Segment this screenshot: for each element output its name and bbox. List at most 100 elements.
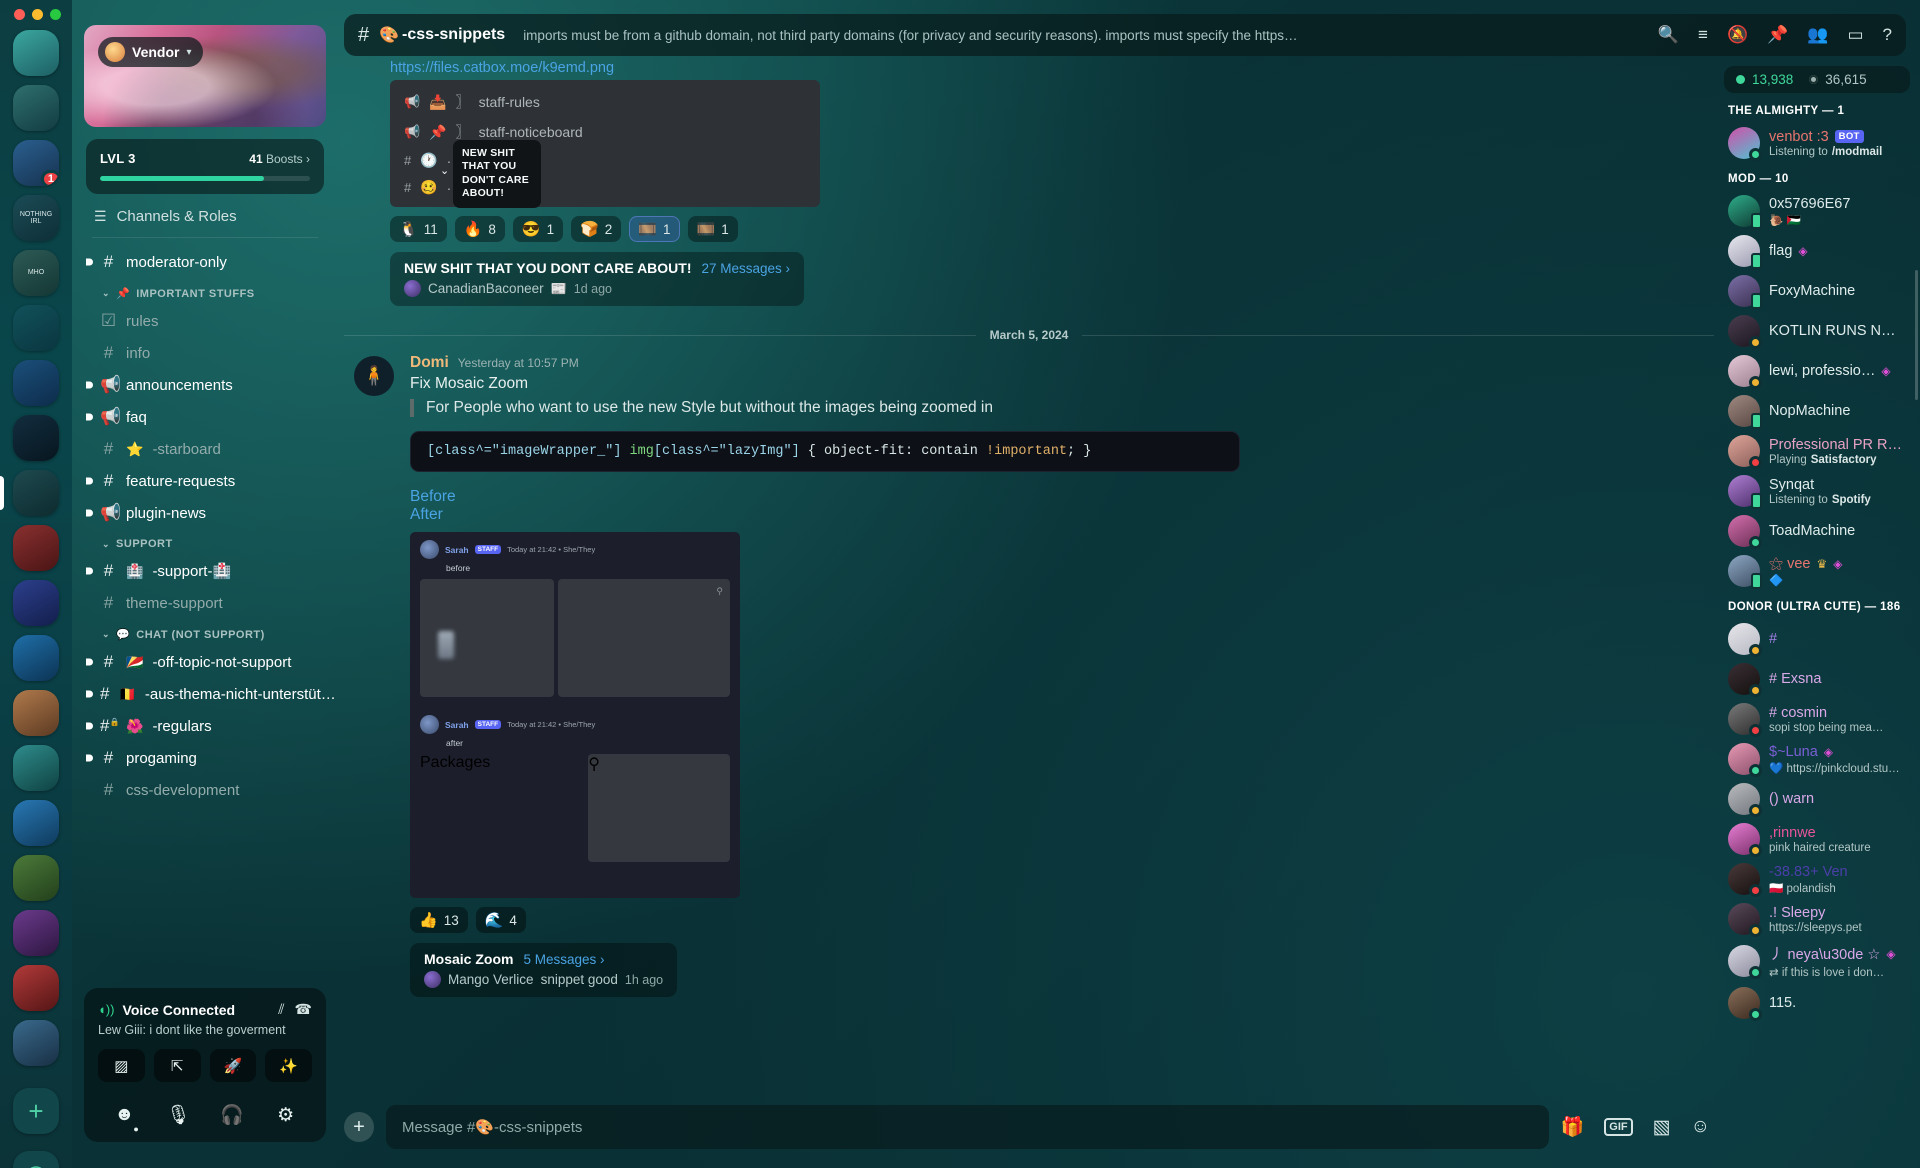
- activity-rocket-icon[interactable]: 🚀: [209, 1049, 257, 1082]
- avatar[interactable]: [1728, 195, 1762, 229]
- threads-icon[interactable]: ≡: [1698, 25, 1708, 45]
- sidebar-item-info[interactable]: # info: [84, 337, 326, 369]
- reaction-pill[interactable]: 🎞️ 1: [687, 216, 738, 242]
- thread-message-count[interactable]: 27 Messages ›: [702, 261, 791, 276]
- scrollbar[interactable]: [1915, 270, 1918, 400]
- member-list-item[interactable]: 0x57696E67 🐌 🇵🇸: [1724, 191, 1910, 231]
- noise-cancel-icon[interactable]: ⫽: [278, 1001, 284, 1018]
- reaction-pill[interactable]: 🐧 11: [390, 216, 447, 242]
- explore-servers-button[interactable]: ◎: [13, 1151, 59, 1168]
- server-icon-5[interactable]: MHO: [13, 250, 59, 296]
- member-list-item[interactable]: () warn: [1724, 779, 1910, 819]
- thread-message-count[interactable]: 5 Messages ›: [523, 952, 604, 967]
- avatar[interactable]: [1728, 623, 1762, 657]
- server-icon-16[interactable]: [13, 855, 59, 901]
- avatar[interactable]: [1728, 743, 1762, 777]
- server-icon-15[interactable]: [13, 800, 59, 846]
- avatar[interactable]: [1728, 435, 1762, 469]
- gif-icon[interactable]: GIF: [1604, 1118, 1633, 1136]
- server-icon-2[interactable]: [13, 85, 59, 131]
- server-icon-8[interactable]: [13, 415, 59, 461]
- server-icon-13[interactable]: [13, 690, 59, 736]
- emoji-icon[interactable]: ☺: [1691, 1116, 1710, 1138]
- headphones-icon[interactable]: 🎧: [210, 1098, 255, 1132]
- member-list-item[interactable]: .! Sleepy https://sleepys.pet: [1724, 899, 1910, 939]
- avatar[interactable]: [1728, 783, 1762, 817]
- member-list-item[interactable]: $~Luna ◈ 💙 https://pinkcloud.stu…: [1724, 739, 1910, 779]
- avatar[interactable]: [1728, 127, 1762, 161]
- member-list-item[interactable]: ⼃ neya\u30de ☆ ◈ ⇄ if this is love i don…: [1724, 939, 1910, 983]
- server-icon-14[interactable]: [13, 745, 59, 791]
- avatar[interactable]: [1728, 663, 1762, 697]
- sidebar-item-rules[interactable]: ☑ rules: [84, 305, 326, 337]
- sidebar-item-css-development[interactable]: # css-development: [84, 774, 326, 806]
- avatar[interactable]: [1728, 355, 1762, 389]
- avatar[interactable]: [1728, 395, 1762, 429]
- search-icon[interactable]: 🔍: [1658, 25, 1679, 45]
- message-author[interactable]: Domi: [410, 354, 449, 372]
- member-list-item[interactable]: venbot :3 BOT Listening to /modmail: [1724, 123, 1910, 163]
- reaction-pill[interactable]: 😎 1: [512, 216, 564, 242]
- sidebar-item-faq[interactable]: 📢 faq: [84, 401, 326, 433]
- member-list-item[interactable]: ,rinnwe pink haired creature: [1724, 819, 1910, 859]
- avatar[interactable]: [1728, 863, 1762, 897]
- channel-topic[interactable]: imports must be from a github domain, no…: [523, 28, 1313, 43]
- gift-icon[interactable]: 🎁: [1561, 1115, 1585, 1139]
- reaction-pill[interactable]: 🎞️ 1: [629, 216, 680, 242]
- reaction-pill[interactable]: 🍞 2: [571, 216, 622, 242]
- server-icon-3[interactable]: 1: [13, 140, 59, 186]
- message-link[interactable]: https://files.catbox.moe/k9emd.png: [344, 60, 1714, 76]
- window-controls[interactable]: [14, 9, 61, 20]
- avatar[interactable]: [1728, 945, 1762, 979]
- channels-and-roles-button[interactable]: ☰ Channels & Roles: [76, 194, 334, 237]
- avatar[interactable]: [1728, 515, 1762, 549]
- member-list-item[interactable]: Synqat Listening to Spotify: [1724, 471, 1910, 511]
- server-icon-10[interactable]: [13, 525, 59, 571]
- notification-off-icon[interactable]: 🔕: [1727, 25, 1748, 45]
- close-icon[interactable]: [14, 9, 25, 20]
- server-icon-9[interactable]: [13, 470, 59, 516]
- server-icon-4[interactable]: NOTHING IRL: [13, 195, 59, 241]
- server-icon-6[interactable]: [13, 305, 59, 351]
- channel-category-chat-not-support-[interactable]: ⌄ 💬 CHAT (NOT SUPPORT): [84, 619, 326, 646]
- server-name-dropdown[interactable]: Vendor ▾: [98, 37, 203, 67]
- server-icon-19[interactable]: [13, 1020, 59, 1066]
- avatar[interactable]: 🧍: [354, 356, 394, 396]
- avatar[interactable]: [1728, 475, 1762, 509]
- member-list-item[interactable]: 115.: [1724, 983, 1910, 1023]
- channel-list[interactable]: # moderator-only ⌄ 📌 IMPORTANT STUFFS ☑ rules #…: [76, 246, 334, 984]
- avatar[interactable]: [1728, 235, 1762, 269]
- sidebar-item-feature-requests[interactable]: # feature-requests: [84, 465, 326, 497]
- server-icon-1[interactable]: [13, 30, 59, 76]
- sidebar-item--regulars[interactable]: #🔒 🌺 -regulars: [84, 710, 326, 742]
- member-list-item[interactable]: FoxyMachine: [1724, 271, 1910, 311]
- sticker-icon[interactable]: ▧: [1653, 1116, 1671, 1139]
- sidebar-item--starboard[interactable]: # ⭐ -starboard: [84, 433, 326, 465]
- video-icon[interactable]: ▨: [98, 1049, 145, 1082]
- sidebar-item--aus-thema-nicht-unterstt[interactable]: # 🇧🇪 -aus-thema-nicht-unterstüt…: [84, 678, 334, 710]
- add-server-button[interactable]: +: [13, 1088, 59, 1134]
- boost-panel[interactable]: LVL 3 41 Boosts ›: [86, 139, 324, 194]
- server-icon-7[interactable]: [13, 360, 59, 406]
- soundboard-icon[interactable]: ✨: [265, 1049, 312, 1082]
- thread-preview-bottom[interactable]: Mosaic Zoom 5 Messages › Mango Verlice s…: [410, 943, 678, 997]
- member-list-item[interactable]: # cosmin sopi stop being mea…: [1724, 699, 1910, 739]
- avatar[interactable]: [1728, 315, 1762, 349]
- attach-button[interactable]: +: [344, 1112, 374, 1142]
- member-list-item[interactable]: -38.83+ Ven 🇵🇱 polandish: [1724, 859, 1910, 899]
- settings-gear-icon[interactable]: ⚙: [263, 1098, 308, 1132]
- avatar[interactable]: [1728, 903, 1762, 937]
- reaction-pill[interactable]: 👍 13: [410, 907, 468, 933]
- member-list-item[interactable]: ⚝ vee ♛ ◈ 🔷: [1724, 551, 1910, 591]
- sidebar-item-moderator-only[interactable]: # moderator-only: [84, 246, 326, 278]
- avatar[interactable]: [1728, 987, 1762, 1021]
- thread-preview-top[interactable]: NEW SHIT THAT YOU DONT CARE ABOUT! 27 Me…: [390, 252, 805, 306]
- screen-share-icon[interactable]: ⇱: [153, 1049, 201, 1082]
- message-list[interactable]: https://files.catbox.moe/k9emd.png 📢 📥 〗 st…: [344, 60, 1714, 1090]
- embed-channel-row[interactable]: 📢 📥 〗 staff-rules: [390, 87, 820, 117]
- reaction-pill[interactable]: 🌊 4: [475, 907, 526, 933]
- inbox-icon[interactable]: ▭: [1847, 25, 1863, 45]
- member-list-item[interactable]: Professional PR R… Playing Satisfactory: [1724, 431, 1910, 471]
- members-icon[interactable]: 👥: [1807, 25, 1828, 45]
- mic-icon[interactable]: 🎙: [156, 1098, 201, 1132]
